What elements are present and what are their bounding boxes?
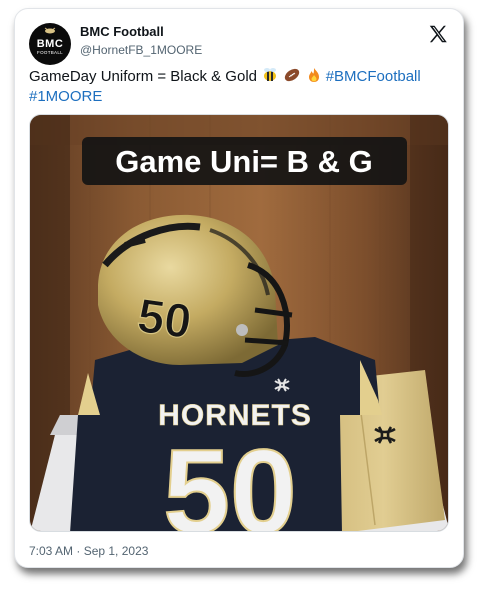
avatar[interactable]: BMC FOOTBALL bbox=[29, 23, 71, 65]
tweet-timestamp[interactable]: 7:03 AM · Sep 1, 2023 bbox=[29, 544, 148, 558]
jersey-number: 50 bbox=[163, 425, 296, 532]
hashtag-bmcfootball[interactable]: #BMCFootball bbox=[326, 68, 421, 85]
avatar-text: BMC bbox=[36, 37, 64, 50]
overlay-caption: Game Uni= B & G bbox=[115, 144, 373, 179]
tweet-text: GameDay Uniform = Black & Gold #BMCFootb… bbox=[29, 67, 454, 107]
bee-icon bbox=[264, 68, 277, 81]
helmet-number: 50 bbox=[134, 289, 194, 349]
hornet-logo-icon bbox=[44, 27, 56, 34]
football-icon bbox=[285, 68, 300, 82]
tweet-body: GameDay Uniform = Black & Gold bbox=[29, 68, 257, 85]
fire-icon bbox=[308, 68, 319, 82]
avatar-subtext: FOOTBALL bbox=[37, 49, 63, 55]
account-handle[interactable]: @HornetFB_1MOORE bbox=[80, 43, 202, 57]
x-logo-icon[interactable] bbox=[427, 23, 449, 45]
account-name[interactable]: BMC Football bbox=[80, 24, 164, 39]
hashtag-1moore[interactable]: #1MOORE bbox=[29, 88, 102, 105]
tweet-photo[interactable]: HORNETS 50 50 Game Uni= B & G bbox=[29, 114, 449, 532]
tweet-card: BMC FOOTBALL BMC Football @HornetFB_1MOO… bbox=[14, 8, 464, 568]
uniform-photo: HORNETS 50 50 Game Uni= B & G bbox=[30, 115, 448, 532]
